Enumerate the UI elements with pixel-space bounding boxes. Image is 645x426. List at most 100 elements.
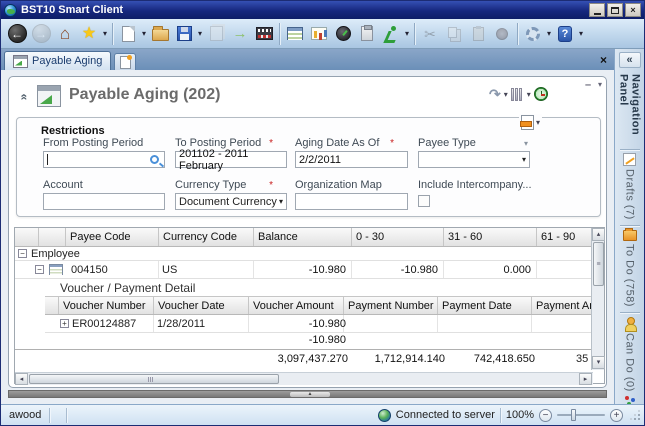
voucher-row[interactable]: + ER00124887 1/28/2011 -10.980 bbox=[45, 315, 593, 333]
close-tab-button[interactable]: × bbox=[600, 53, 607, 67]
col-voucher-date[interactable]: Voucher Date bbox=[153, 297, 248, 314]
resize-grip[interactable] bbox=[630, 410, 640, 420]
col-payment-date[interactable]: Payment Date bbox=[437, 297, 531, 314]
restrictions-export-button[interactable]: ▾ bbox=[519, 114, 542, 131]
content-area: « Payable Aging (202) – ▾ ↷ ▾ ▾ Restrict… bbox=[1, 70, 615, 404]
nav-item-drafts[interactable]: Drafts (7) bbox=[623, 153, 636, 220]
columns-dropdown[interactable]: ▾ bbox=[527, 90, 531, 99]
scroll-left-icon[interactable]: ◂ bbox=[15, 373, 28, 385]
collapse-row-icon[interactable]: − bbox=[35, 265, 44, 274]
save-dropdown[interactable]: ▾ bbox=[196, 29, 204, 38]
new-dropdown[interactable]: ▾ bbox=[140, 29, 148, 38]
vertical-scroll-thumb[interactable]: ≡ bbox=[593, 242, 604, 286]
from-posting-period-label: From Posting Period bbox=[43, 137, 143, 149]
forward-button[interactable]: → bbox=[29, 22, 53, 46]
favorites-star-icon: ★ bbox=[82, 26, 96, 42]
collapse-group-icon[interactable]: − bbox=[18, 249, 27, 258]
col-61-90[interactable]: 61 - 90 bbox=[536, 228, 593, 246]
col-voucher-amount[interactable]: Voucher Amount bbox=[248, 297, 343, 314]
organization-map-input[interactable] bbox=[295, 193, 408, 210]
include-intercompany-checkbox[interactable] bbox=[418, 195, 430, 207]
col-balance[interactable]: Balance bbox=[253, 228, 351, 246]
history-clock-icon[interactable] bbox=[534, 87, 548, 101]
minimize-button[interactable] bbox=[589, 3, 605, 17]
payee-type-select[interactable]: ▾ bbox=[418, 151, 530, 168]
nav-item-cando[interactable]: Can Do (0) bbox=[624, 317, 636, 392]
columns-icon[interactable] bbox=[511, 88, 524, 101]
account-input[interactable] bbox=[43, 193, 165, 210]
run-button[interactable] bbox=[379, 22, 403, 46]
aging-date-input[interactable]: 2/2/2011 bbox=[295, 151, 408, 168]
help-button[interactable]: ? bbox=[553, 22, 577, 46]
collapse-header-button[interactable]: « bbox=[18, 94, 30, 101]
expander-header bbox=[38, 228, 65, 246]
settings-button[interactable] bbox=[521, 22, 545, 46]
grid-view-button[interactable] bbox=[283, 22, 307, 46]
run-dropdown[interactable]: ▾ bbox=[403, 29, 411, 38]
group-row-employee[interactable]: − Employee bbox=[15, 247, 593, 261]
settings-dropdown[interactable]: ▾ bbox=[545, 29, 553, 38]
related-items-icon[interactable] bbox=[624, 395, 636, 404]
tab-label: Payable Aging bbox=[32, 55, 102, 67]
search-icon[interactable] bbox=[150, 155, 159, 164]
horizontal-scrollbar[interactable]: ◂ ▸ bbox=[15, 372, 593, 385]
share-dropdown[interactable]: ▾ bbox=[504, 90, 508, 99]
clipboard-report-button[interactable] bbox=[355, 22, 379, 46]
text-cursor bbox=[47, 154, 48, 165]
favorites-button[interactable]: ★ bbox=[77, 22, 101, 46]
splitter-bar[interactable]: ▲ bbox=[8, 390, 607, 398]
save-button[interactable] bbox=[172, 22, 196, 46]
scroll-right-icon[interactable]: ▸ bbox=[579, 373, 592, 385]
scroll-up-icon[interactable]: ▴ bbox=[592, 228, 605, 241]
vertical-scrollbar[interactable]: ▴ ≡ ▾ bbox=[591, 228, 604, 370]
col-31-60[interactable]: 31 - 60 bbox=[443, 228, 536, 246]
expand-navigation-button[interactable]: « bbox=[619, 52, 641, 68]
grid-totals-row: 3,097,437.270 1,712,914.140 742,418.650 … bbox=[15, 349, 593, 366]
panel-menu-button[interactable]: ▾ bbox=[598, 80, 602, 89]
new-button[interactable] bbox=[116, 22, 140, 46]
zoom-slider-thumb[interactable] bbox=[571, 409, 576, 421]
nav-item-todo[interactable]: To Do (758) bbox=[623, 230, 637, 307]
account-label: Account bbox=[43, 179, 83, 191]
zoom-in-button[interactable]: + bbox=[610, 409, 623, 422]
field-from-posting-period: From Posting Period bbox=[43, 137, 165, 168]
splitter-collapse-button[interactable]: ▲ bbox=[290, 392, 330, 397]
help-dropdown[interactable]: ▾ bbox=[577, 29, 585, 38]
expand-voucher-icon[interactable]: + bbox=[60, 319, 69, 328]
new-tab-icon bbox=[120, 56, 131, 69]
share-icon[interactable]: ↷ bbox=[489, 87, 501, 101]
horizontal-scroll-thumb[interactable] bbox=[29, 374, 279, 384]
export-dropdown[interactable]: ▾ bbox=[536, 118, 540, 127]
col-currency-code[interactable]: Currency Code bbox=[158, 228, 253, 246]
currency-type-label: Currency Type bbox=[175, 179, 246, 191]
col-payment-amount[interactable]: Payment Amount bbox=[531, 297, 593, 314]
col-0-30[interactable]: 0 - 30 bbox=[351, 228, 443, 246]
col-payment-number[interactable]: Payment Number bbox=[343, 297, 437, 314]
detail-row-indicator-header bbox=[45, 297, 58, 314]
go-button[interactable]: → bbox=[228, 22, 252, 46]
zoom-slider[interactable] bbox=[557, 414, 605, 416]
panel-minimize-button[interactable]: – bbox=[585, 79, 591, 91]
from-posting-period-input[interactable] bbox=[43, 151, 165, 168]
page-title: Payable Aging (202) bbox=[69, 86, 220, 104]
col-payee-code[interactable]: Payee Code bbox=[65, 228, 158, 246]
to-posting-period-input[interactable]: 201102 - 2011 February bbox=[175, 151, 287, 168]
new-tab-button[interactable] bbox=[114, 53, 136, 70]
payee-type-label: Payee Type bbox=[418, 137, 476, 149]
payee-row[interactable]: − 004150 US -10.980 -10.980 0.000 bbox=[15, 261, 593, 279]
chart-button[interactable] bbox=[307, 22, 331, 46]
close-button[interactable]: × bbox=[625, 3, 641, 17]
process-button[interactable] bbox=[252, 22, 276, 46]
zoom-out-button[interactable]: − bbox=[539, 409, 552, 422]
scroll-down-icon[interactable]: ▾ bbox=[592, 356, 605, 369]
maximize-button[interactable] bbox=[607, 3, 623, 17]
home-button[interactable]: ⌂ bbox=[53, 22, 77, 46]
back-button[interactable]: ← bbox=[5, 22, 29, 46]
currency-type-select[interactable]: Document Currency ▾ bbox=[175, 193, 287, 210]
open-button[interactable] bbox=[148, 22, 172, 46]
payee-type-expand-icon[interactable]: ▾ bbox=[524, 139, 528, 148]
favorites-dropdown[interactable]: ▾ bbox=[101, 29, 109, 38]
col-voucher-number[interactable]: Voucher Number bbox=[58, 297, 153, 314]
tab-payable-aging[interactable]: Payable Aging bbox=[4, 51, 111, 70]
dashboard-button[interactable] bbox=[331, 22, 355, 46]
